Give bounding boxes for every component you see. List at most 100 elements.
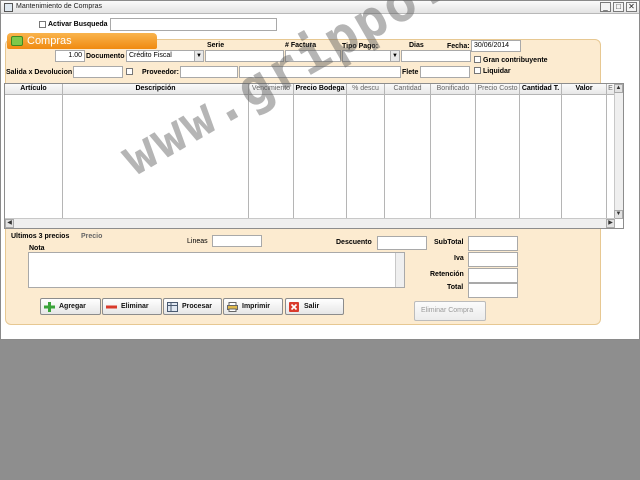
documento-select[interactable]: Crédito Fiscal ▼ bbox=[126, 50, 204, 62]
retencion-label: Retención bbox=[430, 271, 464, 278]
printer-icon bbox=[227, 302, 238, 312]
precio-label: Precio bbox=[81, 233, 103, 240]
tipo-pago-select[interactable]: ▼ bbox=[342, 50, 400, 62]
column-header-valor[interactable]: Valor bbox=[562, 84, 607, 95]
main-window: Mantenimiento de Compras _ □ ✕ Activar B… bbox=[0, 0, 640, 340]
grid-column-cantidad-t bbox=[520, 95, 562, 219]
salir-button[interactable]: Salir bbox=[285, 298, 344, 315]
grid-column-precio-costo bbox=[476, 95, 520, 219]
eliminar-button[interactable]: Eliminar bbox=[102, 298, 162, 315]
column-header-descripcion[interactable]: Descripción bbox=[63, 84, 249, 95]
quantity-field[interactable]: 1.00 bbox=[55, 50, 85, 62]
detalle-grid[interactable]: Artículo Descripción Vencimiento Precio … bbox=[4, 83, 624, 229]
grid-column-descuento bbox=[347, 95, 385, 219]
grid-process-icon bbox=[167, 302, 178, 312]
documento-value: Crédito Fiscal bbox=[129, 52, 172, 59]
grid-column-valor bbox=[562, 95, 607, 219]
window-title: Mantenimiento de Compras bbox=[16, 3, 102, 10]
column-header-precio-bodega[interactable]: Precio Bodega bbox=[294, 84, 347, 95]
exit-x-icon bbox=[289, 302, 299, 312]
flete-label: Flete bbox=[402, 69, 419, 76]
fecha-field[interactable]: 30/06/2014 bbox=[471, 40, 521, 52]
column-header-vencimiento[interactable]: Vencimiento bbox=[249, 84, 294, 95]
gran-contribuyente-label: Gran contribuyente bbox=[483, 57, 548, 64]
activar-busqueda-checkbox[interactable] bbox=[39, 21, 46, 28]
factura-field[interactable] bbox=[285, 50, 341, 62]
column-header-cantidad[interactable]: Cantidad bbox=[385, 84, 431, 95]
compras-tab-icon bbox=[11, 36, 23, 46]
minimize-button[interactable]: _ bbox=[600, 2, 611, 12]
serie-label: Serie bbox=[207, 42, 225, 49]
scroll-left-icon[interactable]: ◀ bbox=[5, 219, 14, 228]
nota-label: Nota bbox=[29, 245, 45, 252]
lineas-label: Lineas bbox=[187, 238, 208, 245]
nota-scrollbar[interactable] bbox=[395, 253, 404, 287]
grid-column-precio-bodega bbox=[294, 95, 347, 219]
close-button[interactable]: ✕ bbox=[626, 2, 637, 12]
activar-busqueda-label: Activar Busqueda bbox=[48, 21, 108, 28]
dias-label: Dias bbox=[409, 42, 424, 49]
grid-column-cantidad bbox=[385, 95, 431, 219]
search-input[interactable] bbox=[110, 18, 277, 31]
descuento-label: Descuento bbox=[336, 239, 372, 246]
eliminar-label: Eliminar bbox=[121, 303, 149, 310]
scroll-down-icon[interactable]: ▼ bbox=[614, 210, 623, 219]
eliminar-compra-button[interactable]: Eliminar Compra bbox=[414, 301, 486, 321]
proveedor-checkbox[interactable] bbox=[126, 68, 133, 75]
descuento-field[interactable] bbox=[377, 236, 427, 250]
liquidar-checkbox[interactable] bbox=[474, 67, 481, 74]
iva-label: Iva bbox=[454, 255, 464, 262]
iva-field bbox=[468, 252, 518, 267]
imprimir-button[interactable]: Imprimir bbox=[223, 298, 283, 315]
column-header-precio-costo[interactable]: Precio Costo bbox=[476, 84, 520, 95]
total-label: Total bbox=[447, 284, 464, 291]
documento-label: Documento bbox=[86, 53, 125, 60]
agregar-button[interactable]: Agregar bbox=[40, 298, 101, 315]
column-header-cantidad-t[interactable]: Cantidad T. bbox=[520, 84, 562, 95]
grid-vertical-scrollbar[interactable]: ▲ ▼ bbox=[614, 84, 623, 219]
salir-label: Salir bbox=[304, 303, 320, 310]
column-header-bonificado[interactable]: Bonificado bbox=[431, 84, 476, 95]
total-field bbox=[468, 283, 518, 298]
scroll-right-icon[interactable]: ▶ bbox=[606, 219, 615, 228]
grid-horizontal-scrollbar[interactable]: ◀ ▶ bbox=[5, 218, 615, 228]
plus-icon bbox=[44, 302, 55, 312]
procesar-button[interactable]: Procesar bbox=[163, 298, 222, 315]
salida-devolucion-label: Salida x Devolucion bbox=[6, 69, 73, 76]
tipo-pago-label: Tipo Pago: bbox=[342, 43, 379, 50]
dias-field[interactable] bbox=[401, 50, 471, 62]
liquidar-label: Liquidar bbox=[483, 68, 511, 75]
tab-compras[interactable]: Compras bbox=[7, 33, 157, 49]
column-header-descuento[interactable]: % descu bbox=[347, 84, 385, 95]
documento-dropdown-icon[interactable]: ▼ bbox=[194, 51, 203, 61]
subtotal-field bbox=[468, 236, 518, 251]
ultimos-precios-label: Ultimos 3 precios bbox=[11, 233, 70, 240]
desktop-background bbox=[0, 340, 640, 480]
grid-column-bonificado bbox=[431, 95, 476, 219]
gran-contribuyente-checkbox[interactable] bbox=[474, 56, 481, 63]
proveedor-name-field[interactable] bbox=[239, 66, 401, 78]
grid-column-vencimiento bbox=[249, 95, 294, 219]
app-icon bbox=[4, 3, 13, 12]
fecha-label: Fecha: bbox=[447, 43, 470, 50]
column-header-articulo[interactable]: Artículo bbox=[5, 84, 63, 95]
salida-devolucion-field[interactable] bbox=[73, 66, 123, 78]
grid-column-articulo bbox=[5, 95, 63, 219]
minus-icon bbox=[106, 305, 117, 309]
grid-column-descripcion bbox=[63, 95, 249, 219]
nota-textarea[interactable] bbox=[28, 252, 405, 288]
tab-compras-label: Compras bbox=[27, 35, 72, 47]
subtotal-label: SubTotal bbox=[434, 239, 464, 246]
procesar-label: Procesar bbox=[182, 303, 212, 310]
agregar-label: Agregar bbox=[59, 303, 86, 310]
flete-field[interactable] bbox=[420, 66, 470, 78]
maximize-button[interactable]: □ bbox=[613, 2, 624, 12]
imprimir-label: Imprimir bbox=[242, 303, 271, 310]
tipo-pago-dropdown-icon[interactable]: ▼ bbox=[390, 51, 399, 61]
title-bar[interactable]: Mantenimiento de Compras _ □ ✕ bbox=[1, 1, 639, 14]
scroll-up-icon[interactable]: ▲ bbox=[614, 84, 623, 93]
factura-label: # Factura bbox=[285, 42, 317, 49]
proveedor-label: Proveedor: bbox=[142, 69, 179, 76]
proveedor-code-field[interactable] bbox=[180, 66, 238, 78]
serie-field[interactable] bbox=[205, 50, 284, 62]
